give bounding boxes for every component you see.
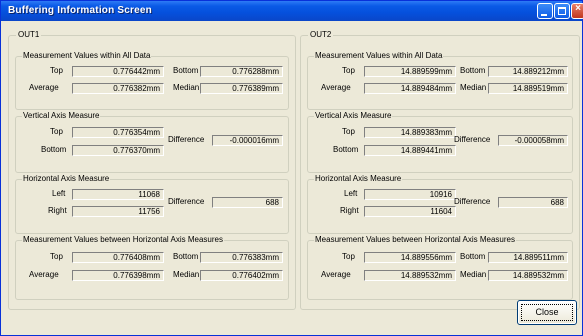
median-label: Median bbox=[173, 83, 200, 92]
out1-horiz-left-value: 11068 bbox=[72, 189, 164, 200]
bottom-label: Bottom bbox=[41, 145, 67, 154]
out1-all-average-value: 0.776382mm bbox=[72, 83, 164, 94]
out2-horiz-difference-value: 688 bbox=[498, 197, 568, 208]
out1-between-group: Measurement Values between Horizontal Ax… bbox=[15, 235, 289, 300]
top-label: Top bbox=[50, 252, 63, 261]
difference-label: Difference bbox=[454, 197, 491, 206]
window-title: Buffering Information Screen bbox=[8, 5, 152, 16]
out1-between-median-value: 0.776402mm bbox=[200, 270, 283, 281]
maximize-button[interactable] bbox=[554, 3, 570, 19]
out2-vert-bottom-value: 14.889441mm bbox=[364, 145, 456, 156]
title-bar[interactable]: Buffering Information Screen × bbox=[1, 1, 583, 21]
group-title: Measurement Values within All Data bbox=[314, 51, 444, 61]
bottom-label: Bottom bbox=[173, 252, 199, 261]
out2-between-median-value: 14.889532mm bbox=[488, 270, 568, 281]
out1-all-top-value: 0.776442mm bbox=[72, 66, 164, 77]
median-label: Median bbox=[460, 83, 487, 92]
out2-label: OUT2 bbox=[308, 30, 334, 40]
out2-horizontal-group: Horizontal Axis Measure Left 10916 Diffe… bbox=[307, 174, 573, 234]
right-label: Right bbox=[48, 206, 67, 215]
focus-rect bbox=[521, 304, 573, 321]
out1-vertical-group: Vertical Axis Measure Top 0.776354mm Dif… bbox=[15, 111, 289, 173]
out1-all-data-group: Measurement Values within All Data Top 0… bbox=[15, 51, 289, 110]
difference-label: Difference bbox=[168, 197, 205, 206]
out2-between-top-value: 14.889556mm bbox=[364, 252, 456, 263]
out1-label: OUT1 bbox=[16, 30, 42, 40]
minimize-button[interactable] bbox=[537, 3, 553, 19]
out1-panel: OUT1 Measurement Values within All Data … bbox=[8, 30, 296, 310]
out1-all-median-value: 0.776389mm bbox=[200, 83, 283, 94]
close-button[interactable]: Close bbox=[517, 300, 577, 325]
out2-all-top-value: 14.889599mm bbox=[364, 66, 456, 77]
out2-all-data-group: Measurement Values within All Data Top 1… bbox=[307, 51, 573, 110]
group-title: Measurement Values within All Data bbox=[22, 51, 152, 61]
group-title: Horizontal Axis Measure bbox=[314, 174, 403, 184]
out1-between-bottom-value: 0.776383mm bbox=[200, 252, 283, 263]
group-title: Measurement Values between Horizontal Ax… bbox=[314, 235, 516, 245]
out1-vert-bottom-value: 0.776370mm bbox=[72, 145, 164, 156]
out2-between-group: Measurement Values between Horizontal Ax… bbox=[307, 235, 573, 300]
top-label: Top bbox=[50, 127, 63, 136]
minimize-icon bbox=[541, 14, 547, 16]
average-label: Average bbox=[321, 83, 351, 92]
out2-between-average-value: 14.889532mm bbox=[364, 270, 456, 281]
out1-between-top-value: 0.776408mm bbox=[72, 252, 164, 263]
bottom-label: Bottom bbox=[460, 66, 486, 75]
out2-panel: OUT2 Measurement Values within All Data … bbox=[300, 30, 580, 310]
client-area: OUT1 Measurement Values within All Data … bbox=[3, 21, 580, 333]
title-close-button[interactable]: × bbox=[571, 3, 583, 19]
out2-between-bottom-value: 14.889511mm bbox=[488, 252, 568, 263]
out2-all-median-value: 14.889519mm bbox=[488, 83, 568, 94]
buffering-info-window: Buffering Information Screen × OUT1 Meas… bbox=[0, 0, 583, 336]
bottom-label: Bottom bbox=[173, 66, 199, 75]
close-icon: × bbox=[575, 3, 581, 14]
median-label: Median bbox=[173, 270, 200, 279]
top-label: Top bbox=[50, 66, 63, 75]
out2-all-average-value: 14.889484mm bbox=[364, 83, 456, 94]
top-label: Top bbox=[342, 252, 355, 261]
average-label: Average bbox=[29, 83, 59, 92]
bottom-label: Bottom bbox=[333, 145, 359, 154]
out2-vert-difference-value: -0.000058mm bbox=[498, 135, 568, 146]
group-title: Vertical Axis Measure bbox=[314, 111, 393, 121]
average-label: Average bbox=[29, 270, 59, 279]
out2-vert-top-value: 14.889383mm bbox=[364, 127, 456, 138]
difference-label: Difference bbox=[454, 135, 491, 144]
group-title: Measurement Values between Horizontal Ax… bbox=[22, 235, 224, 245]
out1-vert-top-value: 0.776354mm bbox=[72, 127, 164, 138]
top-label: Top bbox=[342, 66, 355, 75]
out1-horizontal-group: Horizontal Axis Measure Left 11068 Diffe… bbox=[15, 174, 289, 234]
right-label: Right bbox=[340, 206, 359, 215]
out1-between-average-value: 0.776398mm bbox=[72, 270, 164, 281]
out2-horiz-left-value: 10916 bbox=[364, 189, 456, 200]
group-title: Horizontal Axis Measure bbox=[22, 174, 111, 184]
difference-label: Difference bbox=[168, 135, 205, 144]
out1-horiz-right-value: 11756 bbox=[72, 206, 164, 217]
average-label: Average bbox=[321, 270, 351, 279]
top-label: Top bbox=[342, 127, 355, 136]
out1-vert-difference-value: -0.000016mm bbox=[212, 135, 283, 146]
out1-horiz-difference-value: 688 bbox=[212, 197, 283, 208]
out2-horiz-right-value: 11604 bbox=[364, 206, 456, 217]
left-label: Left bbox=[52, 189, 66, 198]
out2-vertical-group: Vertical Axis Measure Top 14.889383mm Di… bbox=[307, 111, 573, 173]
out2-all-bottom-value: 14.889212mm bbox=[488, 66, 568, 77]
group-title: Vertical Axis Measure bbox=[22, 111, 101, 121]
maximize-icon bbox=[558, 7, 566, 15]
bottom-label: Bottom bbox=[460, 252, 486, 261]
median-label: Median bbox=[460, 270, 487, 279]
out1-all-bottom-value: 0.776288mm bbox=[200, 66, 283, 77]
left-label: Left bbox=[344, 189, 358, 198]
